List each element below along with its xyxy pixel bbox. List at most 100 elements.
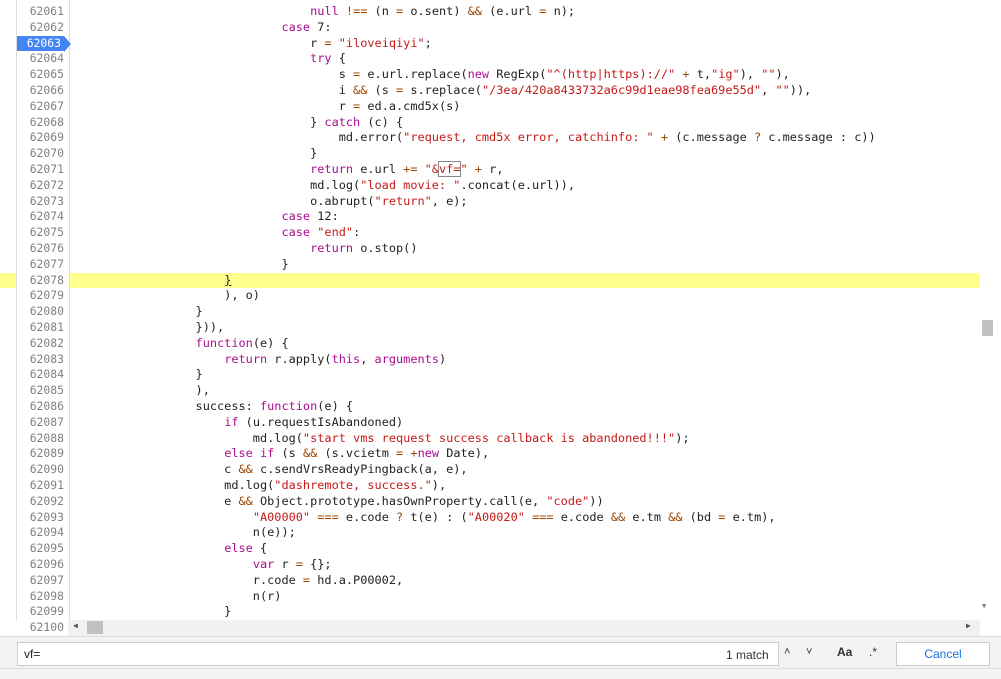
code-line[interactable]: } <box>0 367 980 383</box>
scroll-down-arrow-icon[interactable]: ▼ <box>982 602 986 610</box>
code-line[interactable]: n(r) <box>0 589 980 605</box>
line-number[interactable]: 62084 <box>17 367 64 383</box>
scroll-left-arrow-icon[interactable]: ◀ <box>73 621 78 630</box>
code-line[interactable]: o.abrupt("return", e); <box>0 194 980 210</box>
line-number[interactable]: 62070 <box>17 146 64 162</box>
vertical-scroll-thumb[interactable] <box>982 320 993 336</box>
code-line[interactable]: } <box>0 257 980 273</box>
search-input[interactable] <box>17 642 779 666</box>
regex-button[interactable]: .* <box>869 645 877 659</box>
line-number[interactable]: 62082 <box>17 336 64 352</box>
code-line[interactable]: success: function(e) { <box>0 399 980 415</box>
line-number[interactable]: 62071 <box>17 162 64 178</box>
line-number[interactable]: 62062 <box>17 20 64 36</box>
line-number[interactable]: 62075 <box>17 225 64 241</box>
line-number[interactable]: 62061 <box>17 4 64 20</box>
line-number[interactable]: 62088 <box>17 431 64 447</box>
code-line[interactable]: md.log("load movie: ".concat(e.url)), <box>0 178 980 194</box>
line-number[interactable]: 62086 <box>17 399 64 415</box>
line-number[interactable]: 62083 <box>17 352 64 368</box>
code-line[interactable]: } <box>0 604 980 620</box>
code-line[interactable]: e && Object.prototype.hasOwnProperty.cal… <box>0 494 980 510</box>
code-line[interactable]: })), <box>0 320 980 336</box>
line-number[interactable]: 62064 <box>17 51 64 67</box>
vertical-scrollbar[interactable] <box>980 0 996 620</box>
code-line[interactable]: n(e)); <box>0 525 980 541</box>
code-line[interactable]: return r.apply(this, arguments) <box>0 352 980 368</box>
code-line[interactable]: case 12: <box>0 209 980 225</box>
code-line[interactable]: var r = {}; <box>0 557 980 573</box>
match-count: 1 match <box>726 648 769 662</box>
line-number[interactable]: 62068 <box>17 115 64 131</box>
line-number[interactable]: 62092 <box>17 494 64 510</box>
code-line[interactable]: md.error("request, cmd5x error, catchinf… <box>0 130 980 146</box>
line-number[interactable]: 62069 <box>17 130 64 146</box>
code-line[interactable]: md.log("dashremote, success."), <box>0 478 980 494</box>
scroll-right-arrow-icon[interactable]: ▶ <box>966 621 971 630</box>
line-number[interactable]: 62095 <box>17 541 64 557</box>
cancel-button[interactable]: Cancel <box>896 642 990 666</box>
code-line[interactable]: ), <box>0 383 980 399</box>
line-number[interactable]: 62074 <box>17 209 64 225</box>
line-number[interactable]: 62096 <box>17 557 64 573</box>
line-number[interactable]: 62076 <box>17 241 64 257</box>
code-line[interactable]: } <box>0 146 980 162</box>
line-number[interactable]: 62065 <box>17 67 64 83</box>
code-line[interactable]: function(e) { <box>0 336 980 352</box>
code-line[interactable]: r.code = hd.a.P00002, <box>0 573 980 589</box>
code-text: o.abrupt("return", e); <box>81 193 468 208</box>
line-number[interactable]: 62079 <box>17 288 64 304</box>
chevron-down-icon[interactable]: ˅ <box>806 646 812 658</box>
line-number[interactable]: 62078 <box>17 273 64 289</box>
code-line[interactable]: null !== (n = o.sent) && (e.url = n); <box>0 4 980 20</box>
code-line[interactable]: s = e.url.replace(new RegExp("^(http|htt… <box>0 67 980 83</box>
code-line[interactable]: i && (s = s.replace("/3ea/420a8433732a6c… <box>0 83 980 99</box>
line-number[interactable]: 62091 <box>17 478 64 494</box>
code-text: } <box>81 256 289 271</box>
line-number[interactable]: 62099 <box>17 604 64 620</box>
match-case-button[interactable]: Aa <box>837 645 852 659</box>
line-number[interactable]: 62093 <box>17 510 64 526</box>
line-number[interactable]: 62098 <box>17 589 64 605</box>
code-line[interactable]: r = ed.a.cmd5x(s) <box>0 99 980 115</box>
line-number[interactable]: 62072 <box>17 178 64 194</box>
code-line[interactable]: if (u.requestIsAbandoned) <box>0 415 980 431</box>
line-number[interactable]: 62077 <box>17 257 64 273</box>
line-number[interactable]: 62080 <box>17 304 64 320</box>
line-number[interactable]: 62089 <box>17 446 64 462</box>
code-line[interactable]: return o.stop() <box>0 241 980 257</box>
code-line[interactable]: c && c.sendVrsReadyPingback(a, e), <box>0 462 980 478</box>
code-line[interactable]: } <box>0 304 980 320</box>
horizontal-scrollbar[interactable] <box>68 620 980 636</box>
code-line[interactable]: md.log("start vms request success callba… <box>0 431 980 447</box>
line-number[interactable]: 62073 <box>17 194 64 210</box>
code-line[interactable]: } catch (c) { <box>0 115 980 131</box>
code-line[interactable]: r = "iloveiqiyi"; <box>0 36 980 52</box>
breakpoint-line-number[interactable]: 62063 <box>17 35 71 52</box>
code-line[interactable]: case "end": <box>0 225 980 241</box>
horizontal-scroll-thumb[interactable] <box>87 621 103 634</box>
code-text: md.log("dashremote, success."), <box>81 478 447 492</box>
line-number[interactable]: 62085 <box>17 383 64 399</box>
code-line[interactable]: try { <box>0 51 980 67</box>
code-line[interactable]: ), o) <box>0 288 980 304</box>
code-line[interactable]: else { <box>0 541 980 557</box>
code-line[interactable]: else if (s && (s.vcietm = +new Date), <box>0 446 980 462</box>
line-number[interactable]: 62090 <box>17 462 64 478</box>
line-number[interactable]: 62097 <box>17 573 64 589</box>
code-text: e && Object.prototype.hasOwnProperty.cal… <box>81 493 604 508</box>
line-number[interactable]: 62094 <box>17 525 64 541</box>
chevron-up-icon[interactable]: ˄ <box>784 646 790 658</box>
code-line[interactable]: case 7: <box>0 20 980 36</box>
code-line[interactable]: } <box>0 272 980 289</box>
line-number[interactable]: 62087 <box>17 415 64 431</box>
line-number[interactable]: 62100 <box>17 620 64 636</box>
code-text: try { <box>310 51 346 66</box>
code-line[interactable]: "A00000" === e.code ? t(e) : ("A00020" =… <box>0 510 980 526</box>
code-line[interactable]: return e.url += "&vf=" + r, <box>0 161 980 178</box>
line-number[interactable]: 62067 <box>17 99 64 115</box>
code-editor[interactable]: null !== (n = o.sent) && (e.url = n); ca… <box>0 0 980 620</box>
code-text: c && c.sendVrsReadyPingback(a, e), <box>81 462 468 477</box>
line-number[interactable]: 62066 <box>17 83 64 99</box>
line-number[interactable]: 62081 <box>17 320 64 336</box>
